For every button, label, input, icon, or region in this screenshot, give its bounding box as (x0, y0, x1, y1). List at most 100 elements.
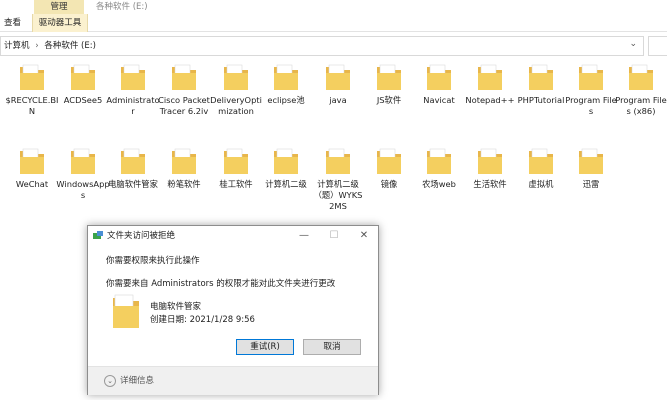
folder-item[interactable]: 计算机二级（题）WYKS2MS (311, 146, 365, 212)
folder-icon (526, 62, 556, 92)
folder-item[interactable]: 迅雷 (564, 146, 618, 190)
folder-item[interactable]: Navicat (412, 62, 466, 106)
folder-item[interactable]: WeChat (5, 146, 59, 190)
folder-label: 计算机二级（题）WYKS2MS (313, 179, 363, 211)
folder-item[interactable]: $RECYCLE.BIN (5, 62, 59, 117)
folder-icon (221, 62, 251, 92)
folder-item[interactable]: 电脑软件管家 (106, 146, 160, 190)
folder-icon (113, 294, 139, 328)
folder-item[interactable]: 桂工软件 (209, 146, 263, 190)
folder-item[interactable]: Notepad++ (463, 62, 517, 106)
folder-label: Notepad++ (465, 95, 515, 105)
folder-item[interactable]: ACDSee5 (56, 62, 110, 106)
folder-icon (374, 62, 404, 92)
folder-label: WeChat (15, 179, 49, 189)
folder-icon (271, 62, 301, 92)
breadcrumb-computer[interactable]: 计算机 (4, 41, 30, 51)
folder-icon (169, 62, 199, 92)
folder-item[interactable]: WindowsApps (56, 146, 110, 201)
folder-item[interactable]: JS软件 (362, 62, 416, 106)
retry-button[interactable]: 重试(R) (236, 339, 294, 355)
search-box[interactable] (648, 36, 667, 56)
folder-label: java (329, 95, 347, 105)
dialog-permission-message: 你需要来自 Administrators 的权限才能对此文件夹进行更改 (106, 279, 336, 289)
folder-label: Administrator (106, 95, 160, 116)
folder-label: DeliveryOptimization (210, 95, 262, 116)
address-bar-row: 计算机 › 各种软件 (E:) ⌄ (0, 36, 667, 56)
folder-icon (475, 62, 505, 92)
folder-item[interactable]: Cisco Packet Tracer 6.2iv (157, 62, 211, 117)
folder-item[interactable]: eclipse池 (259, 62, 313, 106)
folder-label: PHPTutorial (517, 95, 565, 105)
folder-label: 电脑软件管家 (108, 179, 158, 189)
dialog-folder-name: 电脑软件管家 (150, 302, 202, 312)
folder-item[interactable]: java (311, 62, 365, 106)
folder-icon (526, 146, 556, 176)
folder-item[interactable]: Program Files (x86) (614, 62, 667, 117)
folder-label: 粉笔软件 (167, 179, 201, 189)
window-title: 各种软件 (E:) (96, 2, 148, 12)
details-toggle[interactable]: 详细信息 (120, 367, 154, 395)
folder-label: $RECYCLE.BIN (5, 95, 59, 116)
cancel-button[interactable]: 取消 (303, 339, 361, 355)
folder-label: eclipse池 (267, 95, 305, 105)
manage-tab[interactable]: 管理 (34, 0, 84, 14)
dialog-footer: ⌄ 详细信息 (88, 366, 378, 395)
folder-item[interactable]: 计算机二级 (259, 146, 313, 190)
folder-label: 生活软件 (473, 179, 507, 189)
folder-item[interactable]: PHPTutorial (514, 62, 568, 106)
maximize-button: ☐ (329, 230, 339, 241)
breadcrumb-separator: › (35, 41, 39, 51)
folder-item[interactable]: 农场web (412, 146, 466, 190)
folder-icon (169, 146, 199, 176)
folder-icon (576, 146, 606, 176)
folder-item[interactable]: 生活软件 (463, 146, 517, 190)
chevron-down-circle-icon[interactable]: ⌄ (104, 375, 116, 387)
dialog-message: 你需要权限来执行此操作 (106, 256, 200, 266)
folder-icon (271, 146, 301, 176)
folder-icon (576, 62, 606, 92)
breadcrumb-drive[interactable]: 各种软件 (E:) (44, 41, 96, 51)
folder-item[interactable]: 镜像 (362, 146, 416, 190)
folder-label: Navicat (423, 95, 455, 105)
folder-icon (475, 146, 505, 176)
folder-label: 镜像 (380, 179, 398, 189)
folder-icon (626, 62, 656, 92)
folder-icon (221, 146, 251, 176)
folder-icon (323, 62, 353, 92)
folder-label: Program Files (x86) (615, 95, 667, 116)
folder-icon (68, 146, 98, 176)
folder-icon (118, 146, 148, 176)
folder-icon (17, 62, 47, 92)
folder-item[interactable]: Program Files (564, 62, 618, 117)
dialog-folder-date: 创建日期: 2021/1/28 9:56 (150, 315, 255, 325)
access-denied-dialog: 文件夹访问被拒绝 — ☐ ✕ 你需要权限来执行此操作 你需要来自 Adminis… (87, 225, 379, 395)
folder-label: 农场web (422, 179, 456, 189)
tab-view[interactable]: 查看 (4, 14, 21, 32)
breadcrumb: 计算机 › 各种软件 (E:) (4, 37, 96, 55)
title-bar: 管理 各种软件 (E:) (0, 0, 667, 14)
folder-label: Cisco Packet Tracer 6.2iv (158, 95, 210, 116)
folder-label: JS软件 (376, 95, 402, 105)
folder-icon (323, 146, 353, 176)
folder-item[interactable]: 虚拟机 (514, 146, 568, 190)
ribbon-tabs: 查看 驱动器工具 (0, 14, 667, 32)
folder-label: WindowsApps (56, 179, 110, 200)
folder-label: 虚拟机 (528, 179, 554, 189)
address-bar[interactable]: 计算机 › 各种软件 (E:) ⌄ (0, 36, 644, 56)
chevron-down-icon[interactable]: ⌄ (629, 39, 637, 49)
minimize-button[interactable]: — (296, 228, 312, 244)
folder-item[interactable]: 粉笔软件 (157, 146, 211, 190)
tab-drive-tools[interactable]: 驱动器工具 (32, 14, 88, 32)
folder-item[interactable]: Administrator (106, 62, 160, 117)
folder-icon (118, 62, 148, 92)
folder-move-icon (93, 231, 103, 239)
folder-icon (17, 146, 47, 176)
folder-item[interactable]: DeliveryOptimization (209, 62, 263, 117)
folder-label: 计算机二级 (265, 179, 307, 189)
folder-label: ACDSee5 (63, 95, 103, 105)
close-button[interactable]: ✕ (356, 228, 372, 244)
folder-icon (424, 62, 454, 92)
dialog-title: 文件夹访问被拒绝 (107, 231, 176, 241)
folder-label: 迅雷 (582, 179, 600, 189)
